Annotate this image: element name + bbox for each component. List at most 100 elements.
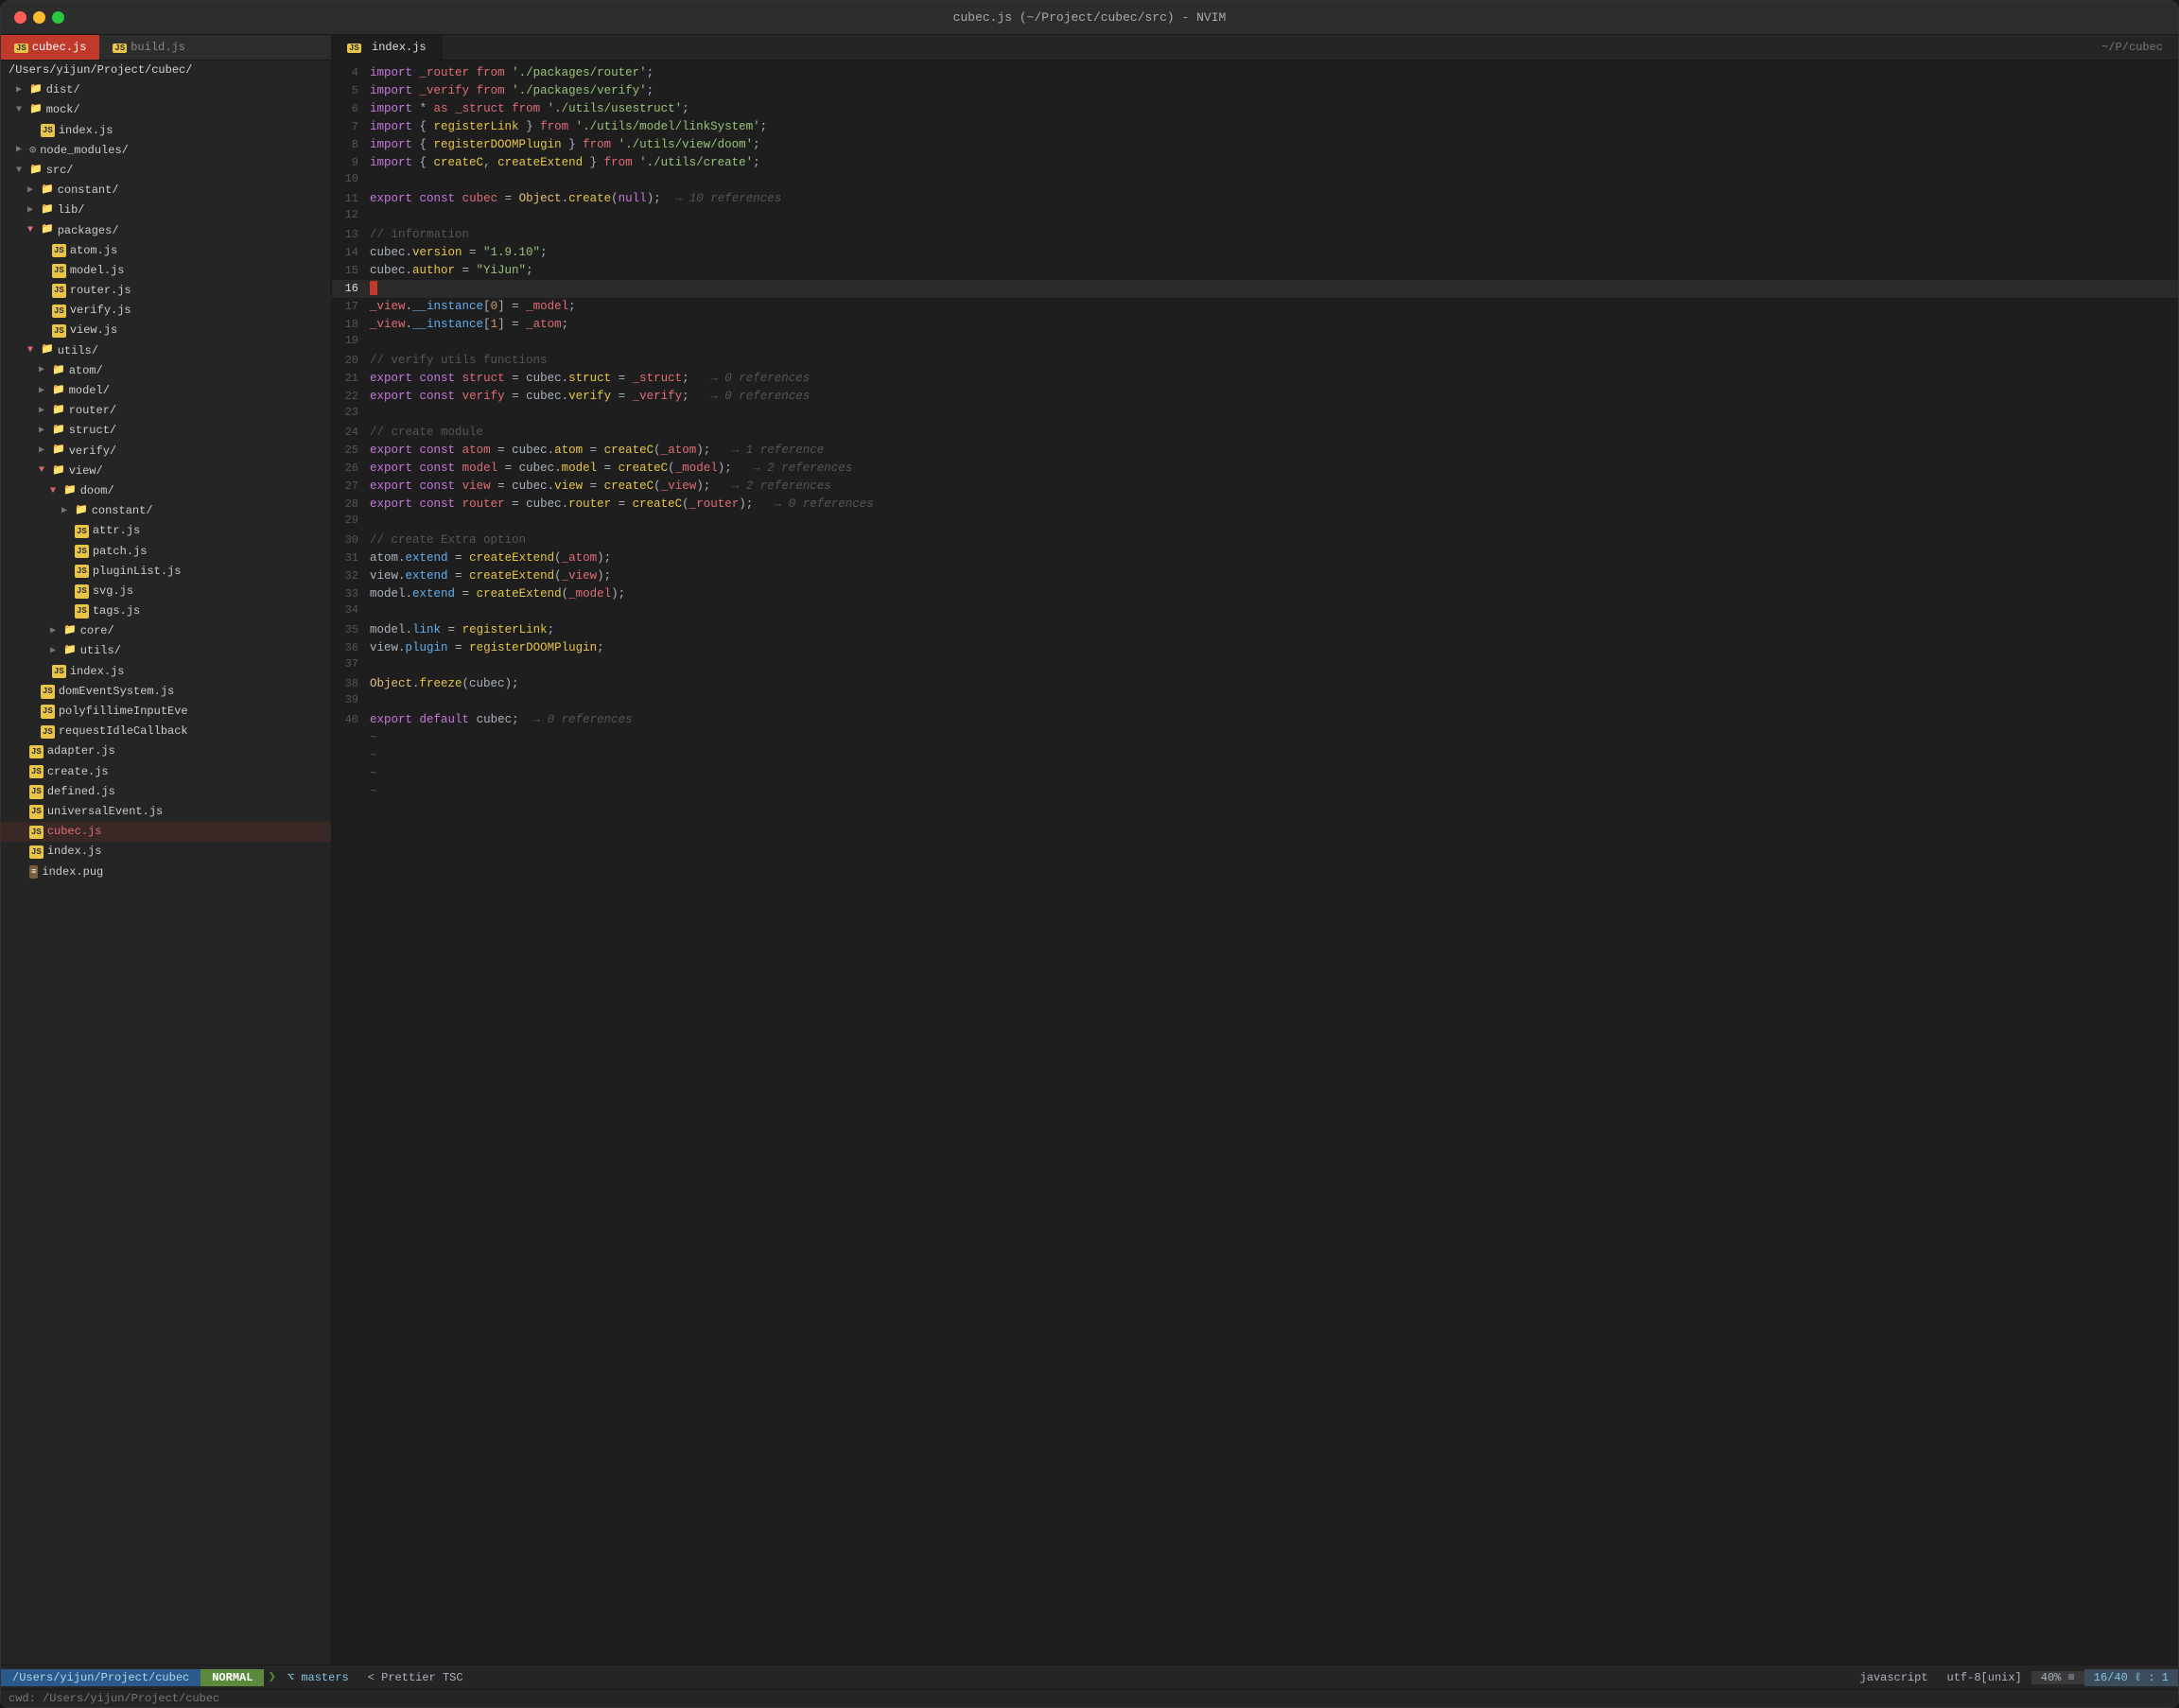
tree-item-attr-js[interactable]: JS attr.js	[1, 521, 331, 541]
maximize-button[interactable]	[52, 11, 64, 24]
status-path-text: /Users/yijun/Project/cubec	[12, 1671, 189, 1684]
tree-item-verify-dir[interactable]: ▶ 📁 verify/	[1, 442, 331, 462]
code-text-8: import { registerDOOMPlugin } from './ut…	[370, 136, 2178, 154]
code-text-13: // information	[370, 226, 2178, 244]
tree-item-adapter-js[interactable]: JS adapter.js	[1, 741, 331, 761]
code-text-16	[370, 280, 2178, 298]
tree-item-utils-src[interactable]: ▼ 📁 utils/	[1, 341, 331, 361]
label-polyfillime: polyfillimeInputEve	[59, 703, 188, 721]
js-badge-cubec: JS	[29, 826, 44, 839]
sidebar[interactable]: JScubec.js JSbuild.js /Users/yijun/Proje…	[1, 35, 332, 1664]
sidebar-tab-cubec[interactable]: JScubec.js	[1, 35, 99, 60]
tree-item-index-js[interactable]: JS index.js	[1, 842, 331, 862]
label-create-js: create.js	[47, 763, 109, 781]
line-num-27: 27	[332, 479, 370, 493]
editor-content[interactable]: 4 import _router from './packages/router…	[332, 61, 2178, 1664]
tree-item-index-pug[interactable]: ≡ index.pug	[1, 863, 331, 882]
code-text-11: export const cubec = Object.create(null)…	[370, 190, 2178, 208]
code-text-30: // create Extra option	[370, 532, 2178, 549]
tree-item-pluginlist-js[interactable]: JS pluginList.js	[1, 562, 331, 582]
tree-item-model-dir[interactable]: ▶ 📁 model/	[1, 381, 331, 401]
tree-item-verify-js[interactable]: JS verify.js	[1, 301, 331, 321]
arrow-utils-dir2: ▶	[50, 644, 63, 659]
folder-icon-view-dir: 📁	[52, 463, 65, 480]
tree-item-packages[interactable]: ▼ 📁 packages/	[1, 221, 331, 241]
tree-item-src-index[interactable]: JS index.js	[1, 662, 331, 682]
tree-item-model-js[interactable]: JS model.js	[1, 261, 331, 281]
tree-item-universalevent-js[interactable]: JS universalEvent.js	[1, 802, 331, 822]
tree-item-cubec-js[interactable]: JS cubec.js	[1, 822, 331, 842]
tree-item-svg-js[interactable]: JS svg.js	[1, 582, 331, 601]
tree-item-mock[interactable]: ▼ 📁 mock/	[1, 100, 331, 120]
tree-item-lib[interactable]: ▶ 📁 lib/	[1, 200, 331, 220]
tree-item-requestidle[interactable]: JS requestIdleCallback	[1, 722, 331, 741]
js-badge-router: JS	[52, 284, 66, 297]
tree-item-constant[interactable]: ▶ 📁 constant/	[1, 181, 331, 200]
tree-item-constant-dir2[interactable]: ▶ 📁 constant/	[1, 501, 331, 521]
tree-item-struct-dir[interactable]: ▶ 📁 struct/	[1, 421, 331, 441]
minimize-button[interactable]	[33, 11, 45, 24]
js-badge-verify: JS	[52, 305, 66, 318]
js-badge-domeventsystem: JS	[41, 685, 55, 698]
tree-item-mock-index[interactable]: JS index.js	[1, 121, 331, 141]
line-num-30: 30	[332, 533, 370, 547]
code-text-40: export default cubec; → 0 references	[370, 711, 2178, 729]
tree-item-tags-js[interactable]: JS tags.js	[1, 601, 331, 621]
line-num-19: 19	[332, 334, 370, 347]
line-num-34: 34	[332, 603, 370, 617]
tree-item-defined-js[interactable]: JS defined.js	[1, 782, 331, 802]
folder-icon-verify-dir: 📁	[52, 443, 65, 460]
tree-item-node-modules[interactable]: ▶ ⊙ node_modules/	[1, 141, 331, 161]
line-num-10: 10	[332, 172, 370, 185]
folder-icon-utils-dir2: 📁	[63, 643, 77, 660]
js-badge-pluginlist: JS	[75, 565, 89, 578]
status-plugin: < Prettier TSC	[360, 1671, 471, 1684]
line-num-25: 25	[332, 444, 370, 457]
close-button[interactable]	[14, 11, 26, 24]
status-branch: ⌥ masters	[276, 1670, 360, 1684]
label-packages: packages/	[58, 222, 119, 240]
line-num-23: 23	[332, 406, 370, 419]
tree-item-core-dir[interactable]: ▶ 📁 core/	[1, 621, 331, 641]
col-label: 1	[2162, 1671, 2169, 1684]
arrow-atom-dir: ▶	[39, 363, 52, 378]
code-line-13: 13 // information	[332, 226, 2178, 244]
code-line-26: 26 export const model = cubec.model = cr…	[332, 460, 2178, 478]
tree-item-patch-js[interactable]: JS patch.js	[1, 542, 331, 562]
code-line-6: 6 import * as _struct from './utils/uses…	[332, 100, 2178, 118]
code-line-tilde2: ~	[332, 747, 2178, 765]
code-line-4: 4 import _router from './packages/router…	[332, 64, 2178, 82]
folder-icon-atom-dir: 📁	[52, 363, 65, 380]
label-src: src/	[46, 162, 74, 180]
line-num-40: 40	[332, 713, 370, 726]
tree-item-polyfillime[interactable]: JS polyfillimeInputEve	[1, 702, 331, 722]
line-num-4: 4	[332, 66, 370, 79]
code-text-28: export const router = cubec.router = cre…	[370, 496, 2178, 514]
code-text-36: view.plugin = registerDOOMPlugin;	[370, 639, 2178, 657]
tree-item-doom-dir[interactable]: ▼ 📁 doom/	[1, 481, 331, 501]
editor-tab-index[interactable]: JS index.js	[332, 35, 443, 60]
tree-item-view-js[interactable]: JS view.js	[1, 321, 331, 340]
code-text-tilde4: ~	[370, 783, 2178, 801]
tree-item-utils-dir2[interactable]: ▶ 📁 utils/	[1, 641, 331, 661]
tree-item-router-dir[interactable]: ▶ 📁 router/	[1, 401, 331, 421]
tree-item-view-dir[interactable]: ▼ 📁 view/	[1, 462, 331, 481]
line-num-9: 9	[332, 156, 370, 169]
tree-item-router-js[interactable]: JS router.js	[1, 281, 331, 301]
arrow-doom-dir: ▼	[50, 484, 63, 499]
line-num-21: 21	[332, 372, 370, 385]
line-num-6: 6	[332, 102, 370, 115]
tree-item-atom-dir[interactable]: ▶ 📁 atom/	[1, 361, 331, 381]
js-badge-view: JS	[52, 324, 66, 338]
code-line-21: 21 export const struct = cubec.struct = …	[332, 370, 2178, 388]
tree-item-src[interactable]: ▼ 📁 src/	[1, 161, 331, 181]
line-num-17: 17	[332, 300, 370, 313]
label-adapter-js: adapter.js	[47, 742, 115, 760]
tree-item-dist[interactable]: ▶ 📁 dist/	[1, 80, 331, 100]
tree-item-atom-js[interactable]: JS atom.js	[1, 241, 331, 261]
sidebar-tab-build[interactable]: JSbuild.js	[99, 35, 198, 60]
window: cubec.js (~/Project/cubec/src) - NVIM JS…	[0, 0, 2179, 1708]
code-text-17: _view.__instance[0] = _model;	[370, 298, 2178, 316]
tree-item-domeventsystem[interactable]: JS domEventSystem.js	[1, 682, 331, 702]
tree-item-create-js[interactable]: JS create.js	[1, 762, 331, 782]
